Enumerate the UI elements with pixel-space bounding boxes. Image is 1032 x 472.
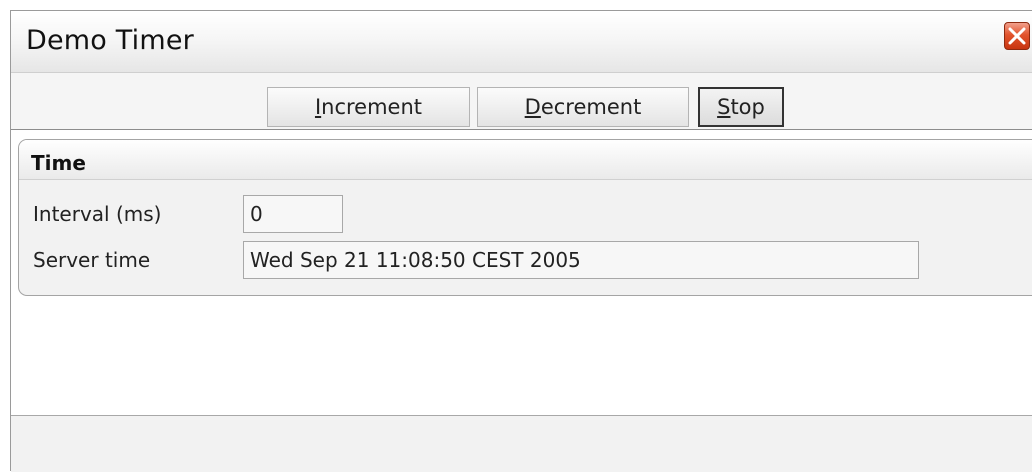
close-button[interactable] bbox=[1004, 22, 1030, 50]
decrement-label: ecrement bbox=[540, 95, 642, 119]
title-bar[interactable]: Demo Timer bbox=[11, 11, 1032, 73]
server-time-label: Server time bbox=[33, 248, 151, 272]
time-group-header: Time bbox=[19, 140, 1032, 180]
decrement-button[interactable]: Decrement bbox=[477, 87, 689, 127]
decrement-mnemonic: D bbox=[524, 95, 541, 119]
content-area: Time Interval (ms) 0 Server time Wed Sep… bbox=[11, 130, 1032, 415]
time-group: Time Interval (ms) 0 Server time Wed Sep… bbox=[18, 139, 1032, 296]
time-group-title: Time bbox=[31, 151, 86, 175]
increment-button[interactable]: Increment bbox=[267, 87, 470, 127]
interval-field[interactable]: 0 bbox=[243, 195, 343, 233]
window-title: Demo Timer bbox=[26, 25, 194, 56]
toolbar: Increment Decrement Stop bbox=[11, 73, 1032, 130]
stop-mnemonic: S bbox=[717, 95, 731, 119]
increment-label: ncrement bbox=[321, 95, 423, 119]
close-icon bbox=[1008, 27, 1026, 45]
status-bar bbox=[11, 415, 1032, 472]
stop-button[interactable]: Stop bbox=[698, 87, 784, 127]
interval-label: Interval (ms) bbox=[33, 202, 162, 226]
stop-label: top bbox=[730, 95, 765, 119]
server-time-field[interactable]: Wed Sep 21 11:08:50 CEST 2005 bbox=[243, 241, 919, 279]
demo-timer-window: Demo Timer Increment Decrement Stop Time… bbox=[10, 10, 1032, 472]
